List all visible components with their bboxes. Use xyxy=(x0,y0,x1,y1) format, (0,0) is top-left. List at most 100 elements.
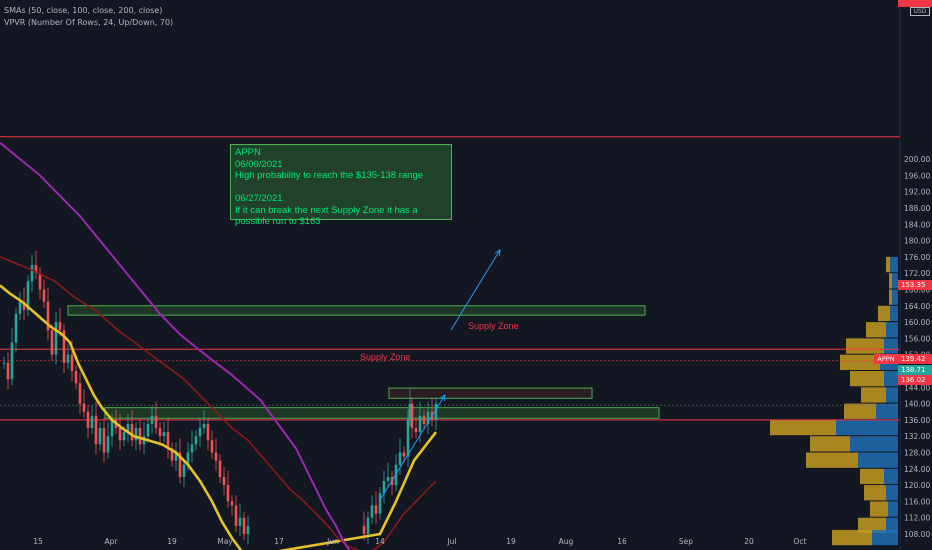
analysis-note[interactable]: APPN 06/09/2021 High probability to reac… xyxy=(230,144,452,227)
vp-bar-up xyxy=(884,371,898,387)
candle-body xyxy=(2,362,6,364)
note-line: 06/27/2021 xyxy=(235,193,283,204)
y-tick-label: 164.00 xyxy=(904,302,930,311)
candle-body xyxy=(410,403,414,429)
candle-body xyxy=(406,419,410,457)
candle-body xyxy=(202,423,206,429)
candle-body xyxy=(230,501,234,506)
mid-price-badge: 138.71 xyxy=(898,365,932,375)
candle-body xyxy=(50,330,54,355)
candle-body xyxy=(366,517,370,534)
y-tick-label: 156.00 xyxy=(904,334,930,343)
candle-body xyxy=(158,428,162,437)
candle-body xyxy=(362,525,366,534)
vp-bar-up xyxy=(886,485,898,501)
supply-zone-box[interactable] xyxy=(388,387,593,399)
candle-body xyxy=(194,436,198,445)
vp-bar-up xyxy=(884,468,898,485)
supply-zone-label: Supply Zone xyxy=(468,321,519,331)
x-tick-label: Oct xyxy=(794,537,807,546)
y-tick-label: 192.00 xyxy=(904,188,930,197)
candle-body xyxy=(74,371,78,384)
y-tick-label: 124.00 xyxy=(904,465,930,474)
vp-bar-up xyxy=(858,452,898,468)
top-price-badge xyxy=(898,0,932,7)
candle-body xyxy=(122,432,126,441)
vp-bar-up xyxy=(850,436,898,452)
y-tick-label: 128.00 xyxy=(904,449,930,458)
chart-background xyxy=(0,0,932,550)
vp-bar-down xyxy=(861,387,886,403)
x-tick-label: Sep xyxy=(679,537,693,546)
candle-body xyxy=(422,415,426,424)
x-tick-label: Aug xyxy=(559,537,574,546)
x-tick-label: May xyxy=(217,537,233,546)
vp-bar-up xyxy=(892,289,898,305)
vp-bar-down xyxy=(864,485,886,501)
candle-body xyxy=(70,354,74,371)
vp-bar-up xyxy=(888,501,898,517)
vp-bar-down xyxy=(810,436,850,452)
vp-bar-up xyxy=(836,419,898,436)
y-tick-label: 116.00 xyxy=(904,497,930,506)
currency-label[interactable]: USD xyxy=(910,7,930,16)
y-tick-label: 140.00 xyxy=(904,400,930,409)
vp-bar-down xyxy=(889,273,892,289)
vp-bar-down xyxy=(889,289,892,305)
y-tick-label: 200.00 xyxy=(904,155,930,164)
vp-bar-up xyxy=(890,305,898,322)
candle-body xyxy=(6,362,10,380)
candle-body xyxy=(18,301,22,314)
y-tick-label: 176.00 xyxy=(904,253,930,262)
candle-body xyxy=(402,452,406,457)
candle-body xyxy=(138,428,142,445)
candle-body xyxy=(10,342,14,380)
candle-body xyxy=(414,428,418,433)
candle-body xyxy=(118,428,122,441)
y-tick-label: 132.00 xyxy=(904,432,930,441)
candle-body xyxy=(398,452,402,465)
vpvr-indicator-label[interactable]: VPVR (Number Of Rows, 24, Up/Down, 70) xyxy=(4,18,173,27)
vp-bar-down xyxy=(770,419,836,436)
candle-body xyxy=(38,273,42,290)
candle-body xyxy=(386,476,390,482)
candle-body xyxy=(374,505,378,514)
x-tick-label: Apr xyxy=(105,537,119,546)
vp-bar-down xyxy=(878,305,890,322)
sma-indicator-label[interactable]: SMAs (50, close, 100, close, 200, close) xyxy=(4,6,162,15)
vp-bar-down xyxy=(850,371,884,387)
x-tick-label: 19 xyxy=(506,537,516,546)
y-tick-label: 196.00 xyxy=(904,171,930,180)
vp-bar-up xyxy=(890,256,898,273)
note-line xyxy=(235,182,447,194)
candle-body xyxy=(30,265,34,282)
x-tick-label: Jul xyxy=(446,537,456,546)
candle-body xyxy=(206,423,210,441)
candle-body xyxy=(54,322,58,355)
candle-body xyxy=(86,411,90,429)
note-line: High probability to reach the $135-138 r… xyxy=(235,170,424,181)
price-chart[interactable]: 200.00 196.00 192.00 188.00 184.00 180.00 176.… xyxy=(0,0,932,550)
x-tick-label: Jun xyxy=(326,537,339,546)
candle-body xyxy=(246,525,250,534)
vp-bar-up xyxy=(884,338,898,354)
vp-bar-down xyxy=(886,256,890,273)
candle-body xyxy=(222,476,226,486)
supply-zone-box[interactable] xyxy=(104,407,660,419)
x-tick-label: 19 xyxy=(167,537,177,546)
price-badge-level-1: 153.35 xyxy=(898,280,932,290)
candle-body xyxy=(110,419,114,437)
vp-bar-up xyxy=(886,387,898,403)
note-line: APPN xyxy=(235,147,261,158)
last-price-badge: 139.42 xyxy=(898,354,932,364)
y-tick-label: 112.00 xyxy=(904,514,930,523)
candle-body xyxy=(210,440,214,453)
candle-body xyxy=(42,289,46,302)
vp-bar-down xyxy=(844,403,876,419)
y-tick-label: 180.00 xyxy=(904,237,930,246)
candle-body xyxy=(90,415,94,429)
y-tick-label: 120.00 xyxy=(904,481,930,490)
y-tick-label: 136.00 xyxy=(904,416,930,425)
y-tick-label: 108.00 xyxy=(904,530,930,539)
candle-body xyxy=(198,428,202,437)
